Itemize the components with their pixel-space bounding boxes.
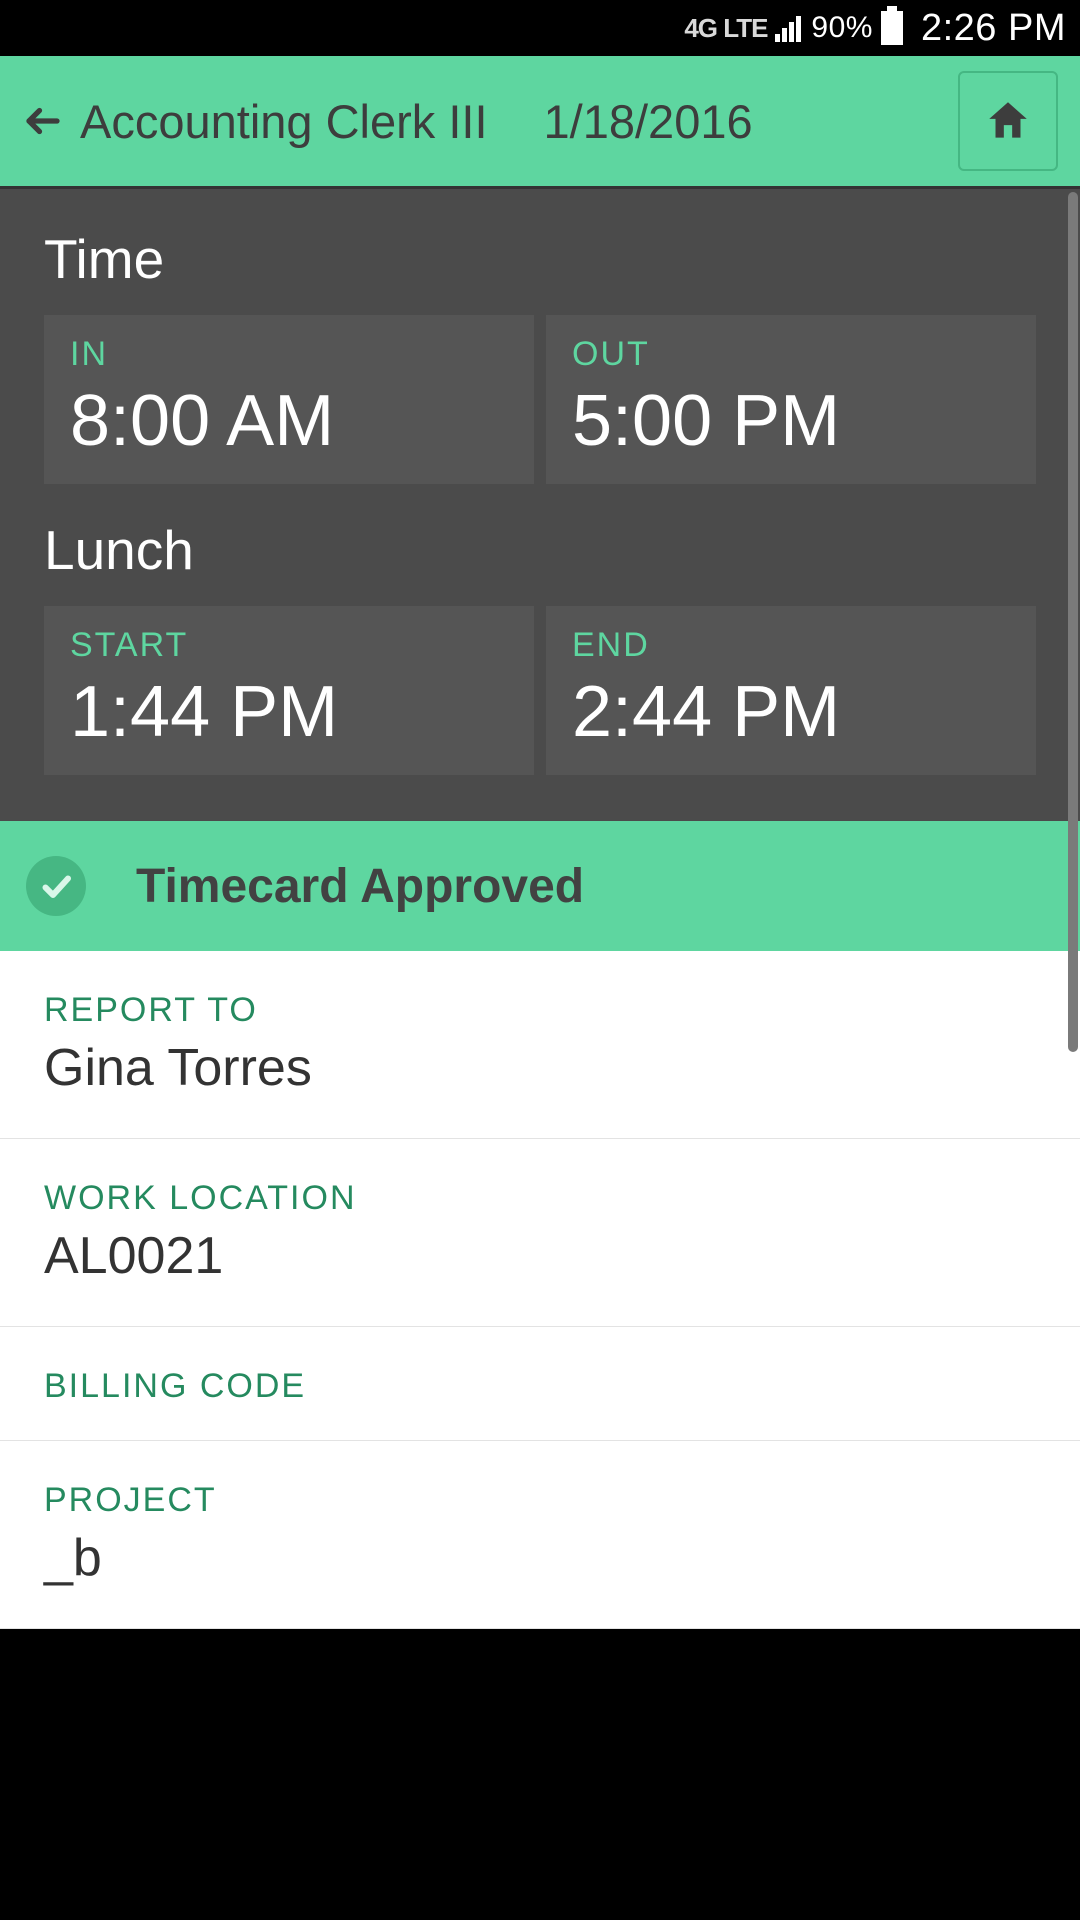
home-button[interactable] <box>958 71 1058 171</box>
approval-banner: Timecard Approved <box>0 821 1080 951</box>
work-location-row[interactable]: WORK LOCATION AL0021 <box>0 1139 1080 1327</box>
work-location-value: AL0021 <box>44 1226 1036 1286</box>
billing-code-label: BILLING CODE <box>44 1367 1036 1406</box>
page-title: Accounting Clerk III <box>80 94 488 149</box>
time-in-label: IN <box>70 335 508 374</box>
page-date: 1/18/2016 <box>544 94 753 149</box>
time-heading: Time <box>44 227 1036 291</box>
billing-code-row[interactable]: BILLING CODE <box>0 1327 1080 1441</box>
time-in-tile[interactable]: IN 8:00 AM <box>44 315 534 484</box>
time-in-value: 8:00 AM <box>70 380 508 462</box>
signal-bars-icon <box>773 14 801 42</box>
check-circle-icon <box>26 856 86 916</box>
project-value: _b <box>44 1528 1036 1588</box>
project-row[interactable]: PROJECT _b <box>0 1441 1080 1629</box>
lunch-heading: Lunch <box>44 518 1036 582</box>
lunch-start-tile[interactable]: START 1:44 PM <box>44 606 534 775</box>
status-clock: 2:26 PM <box>921 7 1066 50</box>
lunch-end-value: 2:44 PM <box>572 671 1010 753</box>
home-icon <box>983 96 1033 146</box>
scrollbar-thumb[interactable] <box>1068 192 1078 1052</box>
battery-icon <box>881 11 903 45</box>
time-out-label: OUT <box>572 335 1010 374</box>
time-out-tile[interactable]: OUT 5:00 PM <box>546 315 1036 484</box>
lunch-start-label: START <box>70 626 508 665</box>
approval-text: Timecard Approved <box>136 859 584 914</box>
project-label: PROJECT <box>44 1481 1036 1520</box>
details-list: REPORT TO Gina Torres WORK LOCATION AL00… <box>0 951 1080 1629</box>
work-location-label: WORK LOCATION <box>44 1179 1036 1218</box>
content-scroll[interactable]: Time IN 8:00 AM OUT 5:00 PM Lunch START … <box>0 186 1080 1920</box>
network-indicator: 4G LTE <box>684 13 767 44</box>
report-to-label: REPORT TO <box>44 991 1036 1030</box>
report-to-row[interactable]: REPORT TO Gina Torres <box>0 951 1080 1139</box>
back-button[interactable] <box>22 100 64 142</box>
arrow-left-icon <box>22 100 64 142</box>
report-to-value: Gina Torres <box>44 1038 1036 1098</box>
app-header: Accounting Clerk III 1/18/2016 <box>0 56 1080 186</box>
lunch-end-label: END <box>572 626 1010 665</box>
android-status-bar: 4G LTE 90% 2:26 PM <box>0 0 1080 56</box>
time-out-value: 5:00 PM <box>572 380 1010 462</box>
lunch-start-value: 1:44 PM <box>70 671 508 753</box>
battery-percentage: 90% <box>811 11 873 45</box>
time-panel: Time IN 8:00 AM OUT 5:00 PM Lunch START … <box>0 186 1080 821</box>
lunch-end-tile[interactable]: END 2:44 PM <box>546 606 1036 775</box>
